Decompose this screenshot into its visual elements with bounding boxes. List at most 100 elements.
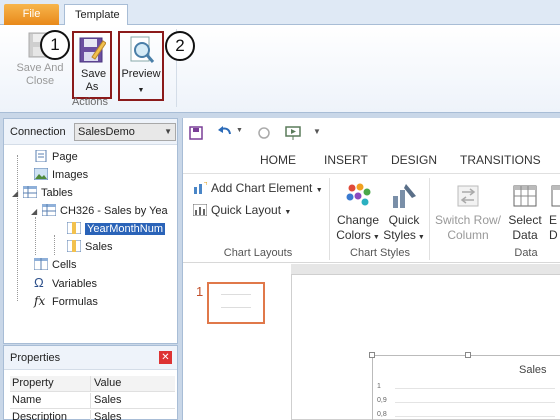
chart-title: Sales (519, 364, 547, 376)
edit-data-label-1: E (549, 213, 558, 227)
close-icon[interactable]: ✕ (159, 351, 172, 364)
select-data-button[interactable]: Select Data (505, 182, 545, 243)
save-as-button[interactable]: Save As (72, 31, 112, 99)
callout-2: 2 (165, 31, 195, 61)
tab-home[interactable]: HOME (260, 153, 296, 167)
tree-item-variables[interactable]: Ω Variables (34, 275, 97, 291)
tree-item-column-yearmonthnum[interactable]: YearMonthNum (67, 221, 166, 237)
gridline (395, 388, 555, 389)
tree-item-tables[interactable]: ◢ Tables (12, 185, 73, 201)
properties-header: Properties ✕ (4, 346, 177, 370)
connection-select[interactable]: SalesDemo ▼ (74, 123, 176, 141)
data-group-label: Data (514, 247, 538, 259)
slide-thumbnail[interactable] (207, 282, 265, 324)
value-column-header: Value (94, 377, 122, 389)
callout-1: 1 (40, 30, 70, 60)
switch-row-column-label-1: Switch Row/ (434, 213, 502, 227)
quick-layout-button[interactable]: Quick Layout ▼ (193, 203, 291, 217)
tab-design[interactable]: DESIGN (391, 153, 437, 167)
present-icon[interactable] (285, 125, 301, 141)
property-name: Name (12, 394, 42, 406)
switch-row-column-button[interactable]: Switch Row/ Column (433, 182, 503, 243)
quick-layout-label: Quick Layout (211, 203, 282, 217)
tree-item-cells[interactable]: Cells (34, 257, 76, 273)
cells-icon (34, 258, 48, 270)
tree-item-label: Formulas (52, 296, 98, 308)
slide-number: 1 (196, 284, 204, 299)
y-tick-label: 0,9 (377, 397, 387, 404)
preview-label: Preview (121, 68, 161, 80)
tree-item-label: Tables (41, 187, 73, 199)
chevron-down-icon: ▼ (137, 87, 145, 94)
tree-item-label: CH326 - Sales by Yea (60, 205, 168, 217)
customize-icon[interactable]: ▼ (313, 127, 321, 136)
tree-item-label: Cells (52, 259, 77, 271)
chart-styles-group-label: Chart Styles (350, 247, 410, 259)
chart-placeholder[interactable]: Sales 1 0,9 0,8 (369, 352, 560, 420)
group-separator (329, 178, 330, 260)
undo-icon[interactable] (217, 126, 233, 140)
redo-icon[interactable] (257, 126, 271, 140)
collapse-icon[interactable]: ◢ (12, 186, 21, 202)
save-as-label: Save As (81, 68, 107, 93)
save-icon[interactable] (189, 126, 203, 140)
tree-guide-line (35, 217, 36, 255)
tree-item-column-sales[interactable]: Sales (67, 239, 113, 255)
chevron-down-icon: ▼ (164, 127, 172, 136)
connection-row: Connection SalesDemo ▼ (4, 119, 177, 145)
ppt-tab-bar: HOME INSERT DESIGN TRANSITIONS (183, 150, 560, 172)
property-row[interactable]: Name Sales (10, 393, 175, 409)
edit-data-button[interactable]: E D (549, 182, 560, 243)
property-row[interactable]: Description Sales (10, 410, 175, 420)
magnifier-document-icon (130, 36, 155, 63)
properties-title: Properties (10, 352, 61, 364)
properties-header-row: Property Value (10, 376, 175, 392)
save-and-close-label: Save And Close (16, 62, 64, 87)
y-tick-label: 0,8 (377, 411, 387, 418)
resize-handle[interactable] (369, 352, 375, 358)
ribbon-tab-bar: File Template (0, 0, 560, 25)
connection-label: Connection (10, 126, 66, 138)
tab-transitions[interactable]: TRANSITIONS (460, 153, 541, 167)
group-separator (429, 178, 430, 260)
switch-row-column-label-2: Column (447, 228, 489, 242)
quick-styles-label-1: Quick (388, 213, 420, 227)
tree-item-table-ch326[interactable]: ◢ CH326 - Sales by Yea (31, 203, 168, 219)
edit-data-icon (551, 185, 560, 207)
omega-icon: Ω (34, 275, 44, 290)
chevron-down-icon[interactable]: ▼ (236, 127, 243, 134)
preview-button[interactable]: Preview ▼ (118, 31, 164, 101)
resize-handle[interactable] (465, 352, 471, 358)
connection-value: SalesDemo (78, 126, 135, 138)
collapse-icon[interactable]: ◢ (31, 204, 40, 220)
change-colors-button[interactable]: Change Colors ▼ (335, 182, 381, 245)
tree-item-images[interactable]: Images (34, 167, 88, 183)
save-as-icon (79, 37, 106, 63)
image-icon (34, 168, 48, 180)
switch-row-column-icon (457, 185, 479, 207)
property-name: Description (12, 411, 68, 420)
tree-item-formulas[interactable]: fx Formulas (34, 293, 98, 309)
function-icon: fx (34, 294, 46, 308)
tree-item-label: YearMonthNum (85, 223, 166, 235)
tree-item-page[interactable]: Page (34, 149, 78, 165)
tab-insert[interactable]: INSERT (324, 153, 368, 167)
tree-item-label: Variables (52, 278, 98, 290)
chevron-down-icon: ▼ (315, 187, 323, 194)
powerpoint-editor: ▼ ▼ HOME INSERT DESIGN TRANSITIONS Add C… (182, 118, 560, 420)
slide-thumbnail-pane: 1 (183, 264, 291, 420)
chevron-down-icon: ▼ (284, 209, 292, 216)
tree-item-label: Images (52, 169, 89, 181)
slide[interactable]: Sales 1 0,9 0,8 (291, 274, 560, 420)
tab-file[interactable]: File (4, 4, 59, 25)
tab-template[interactable]: Template (64, 4, 128, 25)
edit-data-label-2: D (549, 228, 558, 242)
properties-panel: Properties ✕ Property Value Name Sales D… (3, 345, 178, 420)
quick-access-toolbar: ▼ ▼ (183, 118, 560, 148)
chart-layouts-group-label: Chart Layouts (223, 247, 293, 259)
quick-styles-button[interactable]: Quick Styles ▼ (383, 182, 425, 245)
tree-guide-line (54, 235, 55, 255)
change-colors-label-1: Change (336, 213, 380, 227)
tree-guide-line (17, 155, 18, 301)
add-chart-element-button[interactable]: Add Chart Element ▼ (193, 181, 323, 195)
